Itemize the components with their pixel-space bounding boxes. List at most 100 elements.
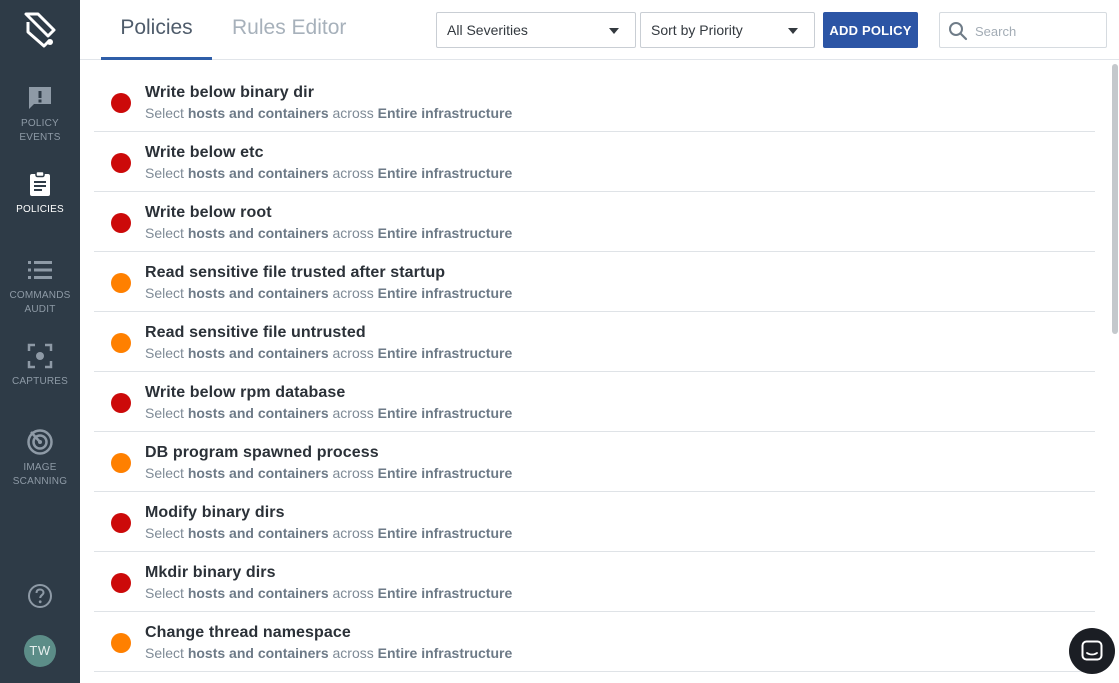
policy-row[interactable]: Mkdir binary dirs Select hosts and conta… <box>94 552 1095 612</box>
sidebar-item-captures[interactable]: CAPTURES <box>0 342 80 389</box>
sidebar: POLICY EVENTS POLICIES COMMANDS AUDIT CA… <box>0 0 80 683</box>
severity-indicator <box>111 333 131 353</box>
policy-scope: hosts and containers <box>187 105 329 121</box>
clipboard-icon <box>30 170 50 196</box>
sidebar-item-policy-events[interactable]: POLICY EVENTS <box>0 84 80 145</box>
chat-icon <box>1081 640 1103 661</box>
policy-target: Entire infrastructure <box>377 225 513 241</box>
policy-events-icon <box>29 87 51 109</box>
capture-icon <box>27 343 53 369</box>
sidebar-item-label: COMMANDS AUDIT <box>9 290 71 315</box>
avatar[interactable]: TW <box>24 635 56 667</box>
policy-target: Entire infrastructure <box>377 345 513 361</box>
sidebar-item-label: IMAGE SCANNING <box>12 462 68 487</box>
policy-scope: hosts and containers <box>187 645 329 661</box>
policy-name: Write below root <box>145 204 272 221</box>
severity-indicator <box>111 213 131 233</box>
sidebar-item-policies[interactable]: POLICIES <box>0 170 80 217</box>
search-input[interactable] <box>975 21 1100 41</box>
chevron-down-icon <box>609 28 619 34</box>
policy-target: Entire infrastructure <box>377 405 513 421</box>
policy-name: DB program spawned process <box>145 444 379 461</box>
severity-indicator <box>111 273 131 293</box>
policy-target: Entire infrastructure <box>377 585 513 601</box>
tab-policies[interactable]: Policies <box>101 0 212 60</box>
across-word: across <box>332 105 374 121</box>
policy-row[interactable]: Modify binary dirs Select hosts and cont… <box>94 492 1095 552</box>
policy-row[interactable]: Write below root Select hosts and contai… <box>94 192 1095 252</box>
policy-scope-description: Select hosts and containers across Entir… <box>145 585 512 601</box>
select-word: Select <box>145 225 184 241</box>
policy-scope-description: Select hosts and containers across Entir… <box>145 345 512 361</box>
severity-indicator <box>111 513 131 533</box>
select-word: Select <box>145 465 184 481</box>
across-word: across <box>332 405 374 421</box>
policy-scope-description: Select hosts and containers across Entir… <box>145 525 512 541</box>
policy-scope-description: Select hosts and containers across Entir… <box>145 165 512 181</box>
policy-target: Entire infrastructure <box>377 165 513 181</box>
chat-launcher-button[interactable] <box>1069 628 1115 674</box>
select-word: Select <box>145 585 184 601</box>
severity-indicator <box>111 93 131 113</box>
policy-scope: hosts and containers <box>187 525 329 541</box>
sidebar-item-commands-audit[interactable]: COMMANDS AUDIT <box>0 256 80 317</box>
policy-scope-description: Select hosts and containers across Entir… <box>145 225 512 241</box>
policy-target: Entire infrastructure <box>377 645 513 661</box>
select-word: Select <box>145 285 184 301</box>
policy-scope: hosts and containers <box>187 345 329 361</box>
scrollbar <box>1112 62 1119 683</box>
severity-indicator <box>111 393 131 413</box>
policy-name: Change thread namespace <box>145 624 351 641</box>
policy-name: Read sensitive file untrusted <box>145 324 366 341</box>
across-word: across <box>332 165 374 181</box>
policy-row[interactable]: Read sensitive file untrusted Select hos… <box>94 312 1095 372</box>
scrollbar-thumb[interactable] <box>1112 64 1118 334</box>
sidebar-item-image-scanning[interactable]: IMAGE SCANNING <box>0 428 80 489</box>
across-word: across <box>332 285 374 301</box>
across-word: across <box>332 465 374 481</box>
policy-target: Entire infrastructure <box>377 465 513 481</box>
policy-scope: hosts and containers <box>187 285 329 301</box>
policy-list: Write below binary dir Select hosts and … <box>94 72 1095 672</box>
search-box <box>939 12 1107 48</box>
policy-name: Read sensitive file trusted after startu… <box>145 264 446 281</box>
add-policy-button[interactable]: ADD POLICY <box>823 12 918 48</box>
policy-name: Mkdir binary dirs <box>145 564 276 581</box>
policy-scope-description: Select hosts and containers across Entir… <box>145 465 512 481</box>
policy-scope: hosts and containers <box>187 465 329 481</box>
policy-scope-description: Select hosts and containers across Entir… <box>145 105 512 121</box>
select-word: Select <box>145 645 184 661</box>
policy-name: Write below binary dir <box>145 84 315 101</box>
sort-select[interactable]: Sort by Priority <box>640 12 815 48</box>
policy-row[interactable]: Write below rpm database Select hosts an… <box>94 372 1095 432</box>
policy-name: Write below rpm database <box>145 384 346 401</box>
across-word: across <box>332 345 374 361</box>
chevron-down-icon <box>788 28 798 34</box>
select-word: Select <box>145 525 184 541</box>
policy-scope: hosts and containers <box>187 405 329 421</box>
severity-filter-value: All Severities <box>447 22 528 38</box>
sort-select-value: Sort by Priority <box>651 22 743 38</box>
severity-filter-select[interactable]: All Severities <box>436 12 636 48</box>
across-word: across <box>332 585 374 601</box>
policy-target: Entire infrastructure <box>377 105 513 121</box>
sidebar-item-label: CAPTURES <box>11 376 69 387</box>
policy-row[interactable]: Write below binary dir Select hosts and … <box>94 72 1095 132</box>
policy-row[interactable]: Read sensitive file trusted after startu… <box>94 252 1095 312</box>
severity-indicator <box>111 633 131 653</box>
tab-rules-editor[interactable]: Rules Editor <box>232 0 346 60</box>
sidebar-item-label: POLICY EVENTS <box>19 118 61 143</box>
list-icon <box>28 261 52 279</box>
sysdig-logo-icon[interactable] <box>20 10 60 50</box>
select-word: Select <box>145 165 184 181</box>
policy-row[interactable]: Change thread namespace Select hosts and… <box>94 612 1095 672</box>
policy-row[interactable]: DB program spawned process Select hosts … <box>94 432 1095 492</box>
policy-scope: hosts and containers <box>187 585 329 601</box>
policy-scope-description: Select hosts and containers across Entir… <box>145 285 512 301</box>
across-word: across <box>332 645 374 661</box>
header: Policies Rules Editor All Severities Sor… <box>80 0 1119 60</box>
policy-target: Entire infrastructure <box>377 285 513 301</box>
policy-scope: hosts and containers <box>187 165 329 181</box>
help-icon[interactable] <box>27 583 53 609</box>
policy-row[interactable]: Write below etc Select hosts and contain… <box>94 132 1095 192</box>
